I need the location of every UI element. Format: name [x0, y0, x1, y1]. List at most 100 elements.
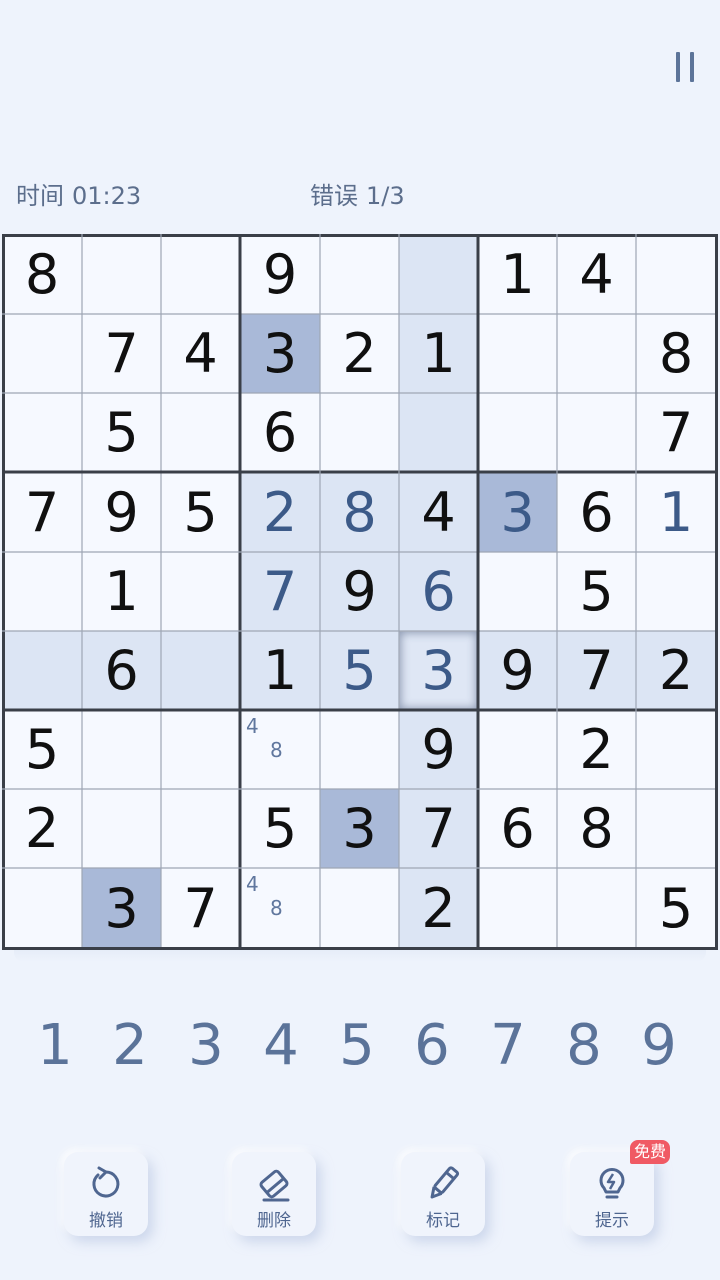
cell-r2c7[interactable] — [478, 314, 557, 393]
cell-r3c6[interactable] — [399, 393, 478, 472]
number-key-4[interactable]: 4 — [251, 1010, 311, 1080]
cell-r5c7[interactable] — [478, 552, 557, 631]
cell-r6c3[interactable] — [161, 631, 240, 710]
cell-r5c4[interactable]: 7 — [240, 552, 320, 631]
cell-r3c3[interactable] — [161, 393, 240, 472]
cell-r6c1[interactable] — [2, 631, 82, 710]
cell-r8c8[interactable]: 8 — [557, 789, 636, 868]
cell-r6c6[interactable]: 3 — [399, 631, 478, 710]
cell-r6c5[interactable]: 5 — [320, 631, 399, 710]
cell-r6c7[interactable]: 9 — [478, 631, 557, 710]
number-key-7[interactable]: 7 — [478, 1010, 538, 1080]
cell-r1c8[interactable]: 4 — [557, 234, 636, 314]
cell-r4c9[interactable]: 1 — [636, 472, 716, 552]
cell-r3c1[interactable] — [2, 393, 82, 472]
cell-r7c5[interactable] — [320, 710, 399, 789]
cell-r9c6[interactable]: 2 — [399, 868, 478, 948]
cell-r8c6[interactable]: 7 — [399, 789, 478, 868]
notes-button[interactable]: 标记 — [401, 1152, 485, 1236]
number-key-9[interactable]: 9 — [629, 1010, 689, 1080]
number-key-2[interactable]: 2 — [100, 1010, 160, 1080]
cell-r8c5[interactable]: 3 — [320, 789, 399, 868]
cell-r1c1[interactable]: 8 — [2, 234, 82, 314]
error-label: 错误 — [310, 182, 358, 210]
cell-r8c9[interactable] — [636, 789, 716, 868]
cell-r9c3[interactable]: 7 — [161, 868, 240, 948]
cell-r8c2[interactable] — [82, 789, 161, 868]
cell-r8c3[interactable] — [161, 789, 240, 868]
cell-r2c1[interactable] — [2, 314, 82, 393]
cell-r9c5[interactable] — [320, 868, 399, 948]
cell-r5c2[interactable]: 1 — [82, 552, 161, 631]
cell-r5c6[interactable]: 6 — [399, 552, 478, 631]
erase-button[interactable]: 删除 — [232, 1152, 316, 1236]
undo-button[interactable]: 撤销 — [64, 1152, 148, 1236]
cell-r2c5[interactable]: 2 — [320, 314, 399, 393]
cell-r9c9[interactable]: 5 — [636, 868, 716, 948]
cell-r3c8[interactable] — [557, 393, 636, 472]
cell-r7c4[interactable]: 48 — [240, 710, 320, 789]
cell-r3c7[interactable] — [478, 393, 557, 472]
cell-r4c4[interactable]: 2 — [240, 472, 320, 552]
cell-r6c8[interactable]: 7 — [557, 631, 636, 710]
cell-r6c2[interactable]: 6 — [82, 631, 161, 710]
cell-r6c9[interactable]: 2 — [636, 631, 716, 710]
cell-r4c7[interactable]: 3 — [478, 472, 557, 552]
cell-r7c1[interactable]: 5 — [2, 710, 82, 789]
cell-r1c5[interactable] — [320, 234, 399, 314]
cell-r4c2[interactable]: 9 — [82, 472, 161, 552]
cell-r7c3[interactable] — [161, 710, 240, 789]
cell-r9c2[interactable]: 3 — [82, 868, 161, 948]
cell-r7c2[interactable] — [82, 710, 161, 789]
cell-r9c1[interactable] — [2, 868, 82, 948]
cell-r2c3[interactable]: 4 — [161, 314, 240, 393]
cell-r9c8[interactable] — [557, 868, 636, 948]
cell-r7c6[interactable]: 9 — [399, 710, 478, 789]
cell-r7c7[interactable] — [478, 710, 557, 789]
timer-label: 时间 — [16, 182, 64, 210]
error-value: 1/3 — [366, 182, 405, 210]
cell-r5c5[interactable]: 9 — [320, 552, 399, 631]
cell-r1c6[interactable] — [399, 234, 478, 314]
number-key-6[interactable]: 6 — [402, 1010, 462, 1080]
cell-r2c6[interactable]: 1 — [399, 314, 478, 393]
cell-r9c7[interactable] — [478, 868, 557, 948]
pause-button[interactable] — [668, 52, 702, 86]
cell-r4c5[interactable]: 8 — [320, 472, 399, 552]
cell-r4c1[interactable]: 7 — [2, 472, 82, 552]
hint-button[interactable]: 提示 — [570, 1152, 654, 1236]
number-key-3[interactable]: 3 — [176, 1010, 236, 1080]
number-key-5[interactable]: 5 — [327, 1010, 387, 1080]
cell-r9c4[interactable]: 48 — [240, 868, 320, 948]
cell-r8c1[interactable]: 2 — [2, 789, 82, 868]
cell-r1c3[interactable] — [161, 234, 240, 314]
cell-r4c3[interactable]: 5 — [161, 472, 240, 552]
cell-r2c2[interactable]: 7 — [82, 314, 161, 393]
cell-r7c9[interactable] — [636, 710, 716, 789]
cell-r1c2[interactable] — [82, 234, 161, 314]
cell-r3c9[interactable]: 7 — [636, 393, 716, 472]
cell-r2c4[interactable]: 3 — [240, 314, 320, 393]
cell-r1c7[interactable]: 1 — [478, 234, 557, 314]
cell-r7c8[interactable]: 2 — [557, 710, 636, 789]
cell-r5c3[interactable] — [161, 552, 240, 631]
cell-r4c8[interactable]: 6 — [557, 472, 636, 552]
cell-r8c4[interactable]: 5 — [240, 789, 320, 868]
cell-r8c7[interactable]: 6 — [478, 789, 557, 868]
cell-r6c4[interactable]: 1 — [240, 631, 320, 710]
cell-r2c9[interactable]: 8 — [636, 314, 716, 393]
cell-r1c9[interactable] — [636, 234, 716, 314]
cell-r5c8[interactable]: 5 — [557, 552, 636, 631]
cell-r3c5[interactable] — [320, 393, 399, 472]
cell-r1c4[interactable]: 9 — [240, 234, 320, 314]
cell-r3c2[interactable]: 5 — [82, 393, 161, 472]
pencil-icon — [430, 1166, 460, 1199]
number-key-1[interactable]: 1 — [25, 1010, 85, 1080]
cell-r4c6[interactable]: 4 — [399, 472, 478, 552]
cell-r5c1[interactable] — [2, 552, 82, 631]
free-badge: 免费 — [630, 1140, 670, 1164]
cell-r2c8[interactable] — [557, 314, 636, 393]
cell-r3c4[interactable]: 6 — [240, 393, 320, 472]
number-key-8[interactable]: 8 — [554, 1010, 614, 1080]
cell-r5c9[interactable] — [636, 552, 716, 631]
